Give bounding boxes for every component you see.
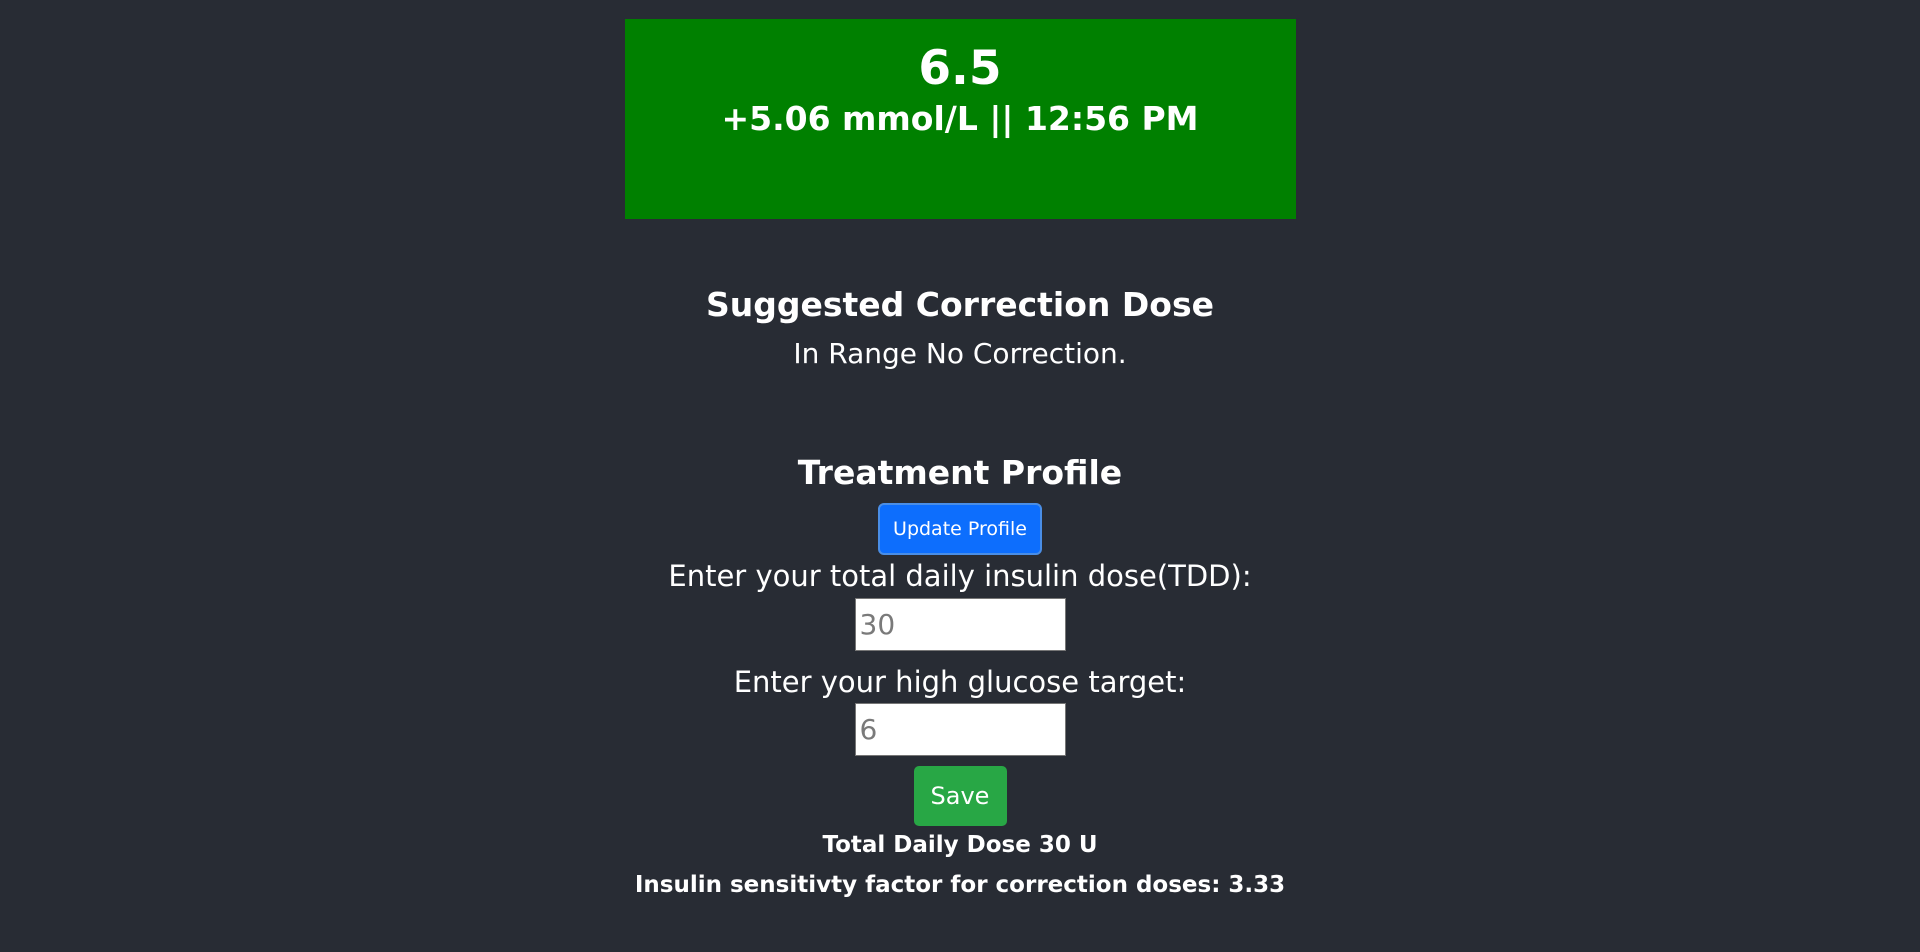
- high-target-input[interactable]: [854, 703, 1066, 757]
- correction-text: In Range No Correction.: [793, 336, 1127, 370]
- tdd-label: Enter your total daily insulin dose(TDD)…: [668, 558, 1252, 593]
- glucose-delta-time: +5.06 mmol/L || 12:56 PM: [721, 99, 1199, 139]
- insulin-sensitivity-text: Insulin sensitivty factor for correction…: [634, 871, 1286, 898]
- update-profile-button[interactable]: Update Profile: [878, 502, 1042, 555]
- app-page: 6.5 +5.06 mmol/L || 12:56 PM Suggested C…: [0, 0, 1920, 952]
- high-target-label: Enter your high glucose target:: [733, 664, 1187, 699]
- glucose-value: 6.5: [918, 41, 1002, 96]
- total-daily-dose-text: Total Daily Dose 30 U: [822, 832, 1098, 859]
- correction-title: Suggested Correction Dose: [705, 285, 1214, 324]
- tdd-input[interactable]: [854, 597, 1066, 651]
- treatment-profile-title: Treatment Profile: [797, 453, 1123, 493]
- save-button[interactable]: Save: [913, 766, 1007, 827]
- glucose-reading-card: 6.5 +5.06 mmol/L || 12:56 PM: [624, 19, 1296, 219]
